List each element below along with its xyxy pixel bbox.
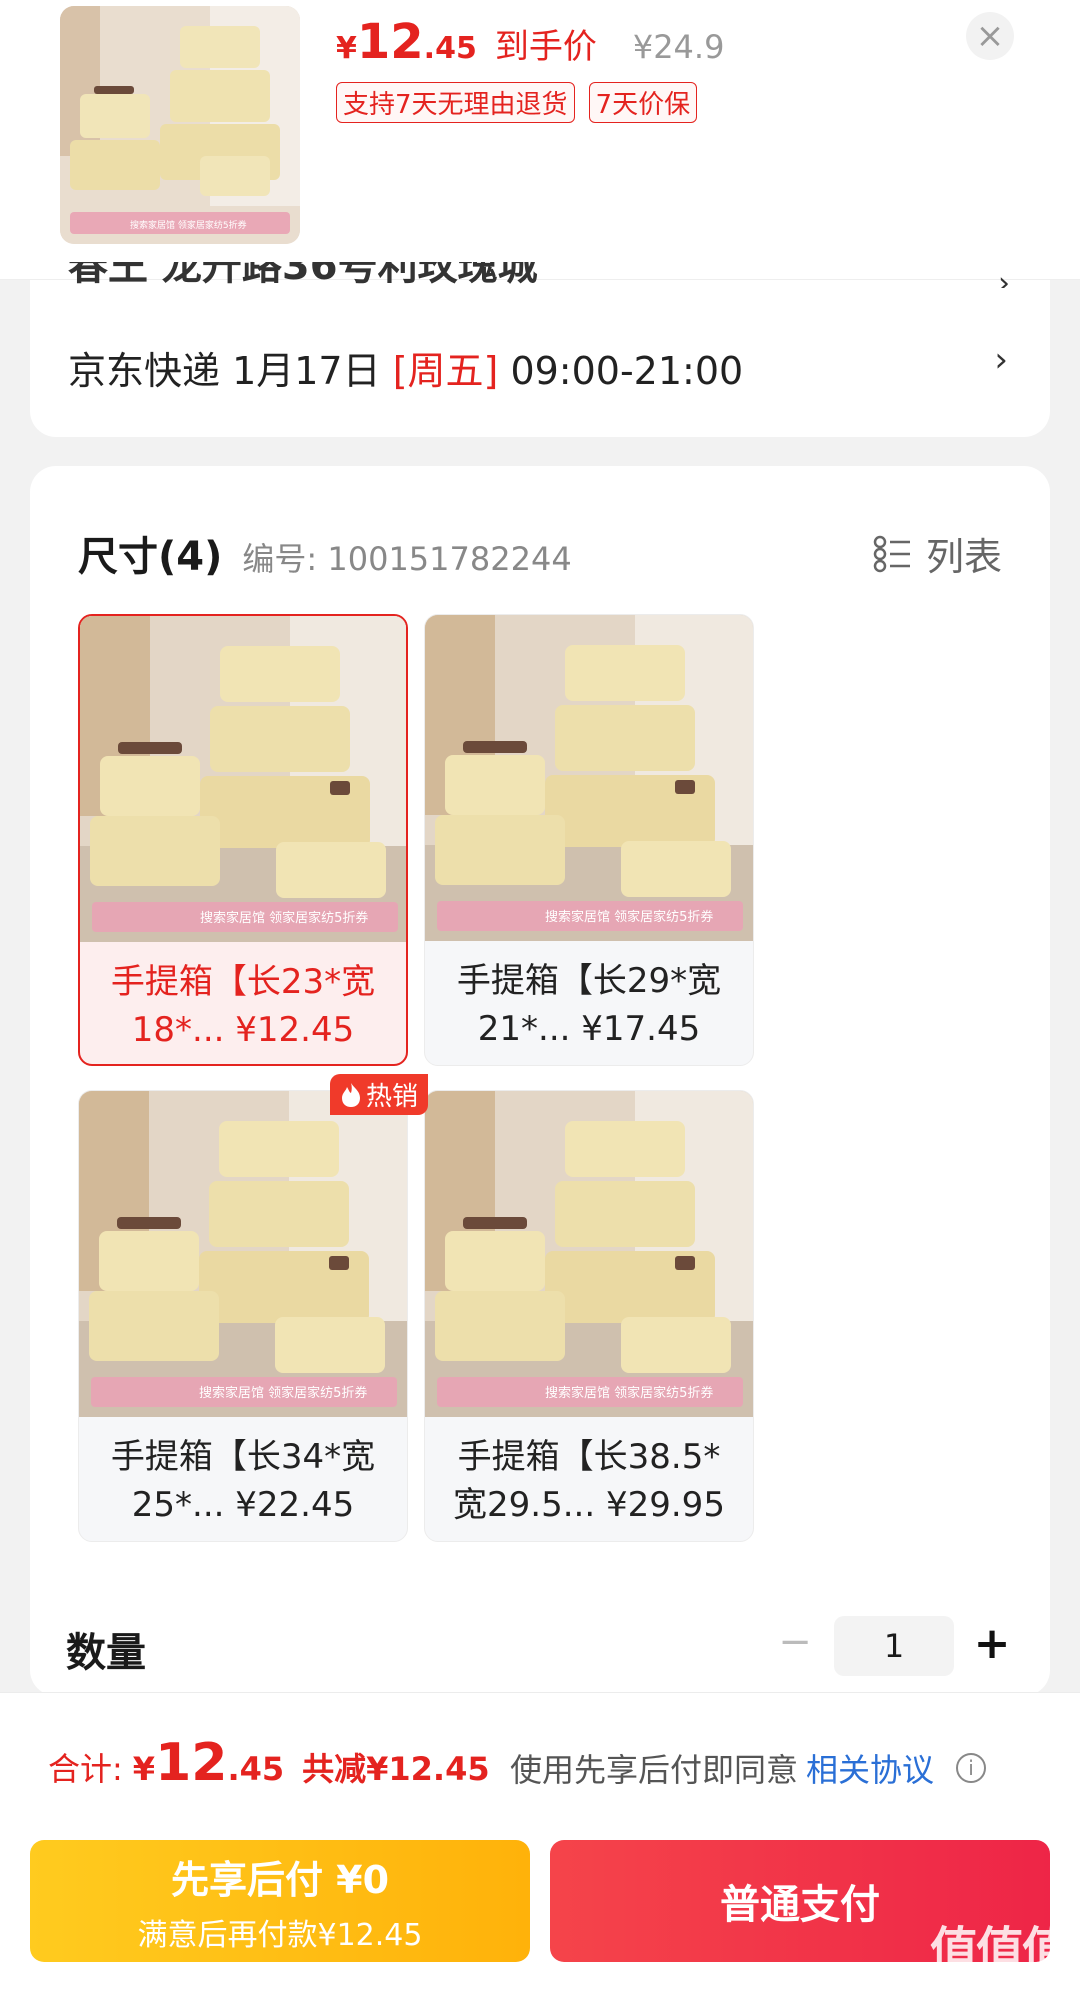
product-code: 编号: 100151782244 [242,540,572,578]
size-option-label: 手提箱【长38.5* 宽29.5... ¥29.95 [453,1437,725,1525]
quantity-title: 数量 [66,1630,146,1676]
price-row: ¥12.45 到手价 ¥24.9 [336,14,724,70]
size-header: 尺寸(4) 编号: 100151782244 [78,524,572,582]
quantity-increase-button[interactable]: + [972,1618,1012,1669]
product-image: 搜索家居馆 领家居家纺5折券 [425,615,753,941]
product-thumbnail: 搜索家居馆 领家居家纺5折券 [60,6,300,244]
total-discount: 共减¥12.45 [302,1750,490,1788]
quantity-input[interactable]: 1 [834,1616,954,1676]
product-image: 搜索家居馆 领家居家纺5折券 [80,616,406,942]
size-option-2[interactable]: 搜索家居馆 领家居家纺5折券 手提箱【长29*宽 21*... ¥17.45 [424,614,754,1066]
svg-text:搜索家居馆 领家居家纺5折券: 搜索家居馆 领家居家纺5折券 [545,1385,713,1401]
size-option-1[interactable]: 搜索家居馆 领家居家纺5折券 手提箱【长23*宽 18*... ¥12.45 [78,614,408,1066]
agreement-text: 使用先享后付即同意 相关协议 i [510,1745,987,1791]
svg-text:搜索家居馆 领家居家纺5折券: 搜索家居馆 领家居家纺5折券 [130,219,247,231]
service-badges: 支持7天无理由退货 7天价保 [336,82,698,123]
chevron-right-icon: › [998,266,1010,288]
svg-text:搜索家居馆 领家居家纺5折券: 搜索家居馆 领家居家纺5折券 [545,909,713,925]
size-option-3[interactable]: 搜索家居馆 领家居家纺5折券 手提箱【长34*宽 25*... ¥22.45 [78,1090,408,1542]
size-option-4[interactable]: 搜索家居馆 领家居家纺5折券 手提箱【长38.5* 宽29.5... ¥29.95 [424,1090,754,1542]
size-option-label: 手提箱【长29*宽 21*... ¥17.45 [456,961,722,1049]
size-title: 尺寸(4) [78,534,223,580]
product-image: 搜索家居馆 领家居家纺5折券 [425,1091,753,1417]
delivery-card[interactable]: 春王 龙升路36号利玫瑰城 › 京东快递 1月17日 [周五] 09:00-21… [30,262,1050,437]
watermark-url: zhizhizhi.com [930,1966,1039,1985]
current-price: ¥12.45 [336,14,477,70]
quantity-decrease-button[interactable]: − [778,1619,812,1665]
chevron-right-icon: › [994,340,1008,380]
product-image: 搜索家居馆 领家居家纺5折券 [79,1091,407,1417]
list-icon [873,535,910,572]
delivery-info[interactable]: 京东快递 1月17日 [周五] 09:00-21:00 [68,340,743,395]
close-icon: × [975,16,1005,56]
product-header: 搜索家居馆 领家居家纺5折券 ¥12.45 到手价 ¥24.9 支持7天无理由退… [0,0,1080,280]
pay-later-button[interactable]: 先享后付 ¥0 满意后再付款¥12.45 [30,1840,530,1962]
close-button[interactable]: × [966,12,1014,60]
checkout-bar: 合计: ¥12.45 共减¥12.45 使用先享后付即同意 相关协议 i 先享后付… [0,1692,1080,1994]
flame-icon [342,1082,360,1107]
size-selection-card: 尺寸(4) 编号: 100151782244 列表 搜索家居馆 领家居家纺5折券… [30,466,1050,1696]
svg-text:搜索家居馆 领家居家纺5折券: 搜索家居馆 领家居家纺5折券 [199,1385,367,1401]
hot-badge: 热销 [330,1074,429,1115]
address-line[interactable]: 春王 龙升路36号利玫瑰城 [68,262,538,286]
size-option-label: 手提箱【长34*宽 25*... ¥22.45 [110,1437,376,1525]
return-badge: 支持7天无理由退货 [336,82,575,123]
agreement-link[interactable]: 相关协议 [806,1745,934,1791]
price-tag: 到手价 [494,27,597,67]
price-protect-badge: 7天价保 [588,82,698,123]
total-summary: 合计: ¥12.45 共减¥12.45 [48,1733,490,1793]
svg-text:搜索家居馆 领家居家纺5折券: 搜索家居馆 领家居家纺5折券 [200,910,368,926]
size-option-label: 手提箱【长23*宽 18*... ¥12.45 [110,962,376,1050]
info-icon[interactable]: i [956,1753,987,1783]
list-label: 列表 [925,535,1002,579]
original-price: ¥24.9 [632,28,725,66]
list-view-toggle[interactable]: 列表 [872,526,1002,581]
